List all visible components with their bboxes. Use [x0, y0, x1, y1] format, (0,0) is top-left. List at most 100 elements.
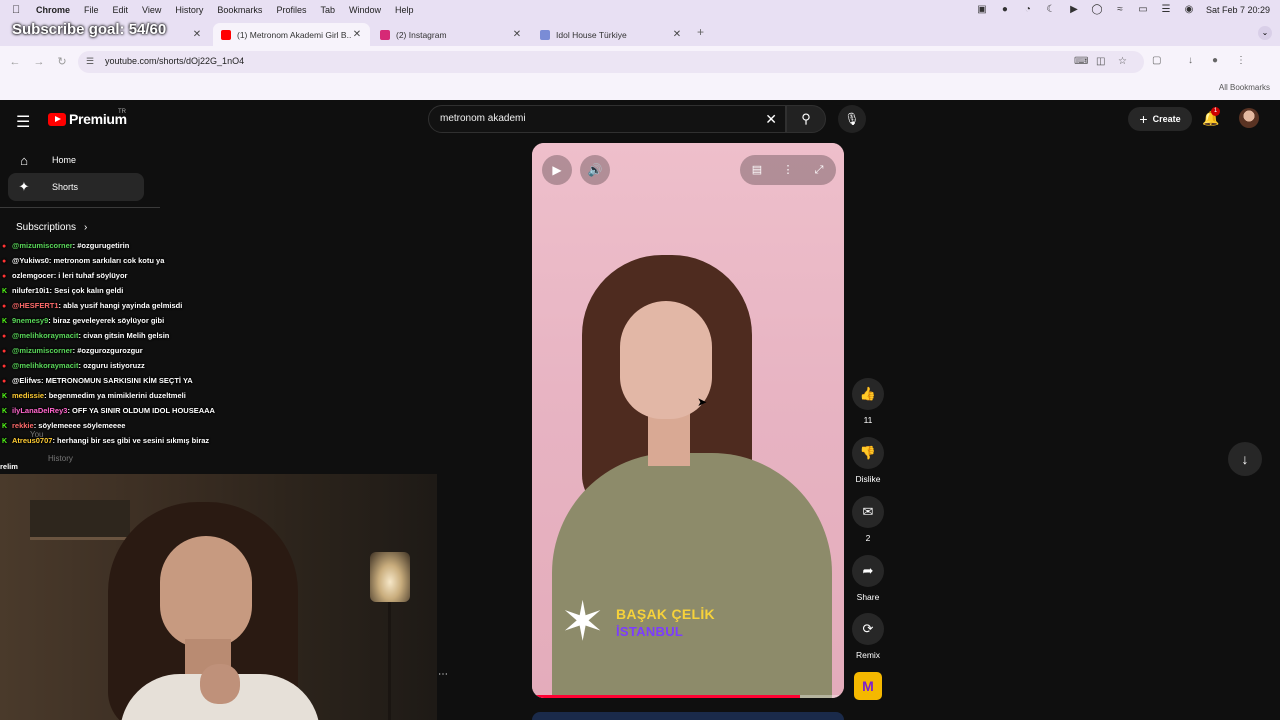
chat-text: : #ozgurozgurozgur — [72, 346, 143, 355]
short-video-player[interactable]: ✶ BAŞAK ÇELİK İSTANBUL ▶ 🔊 ▤ ⋮ ⤢ ➤ — [532, 143, 844, 698]
youtube-chat-icon: ● — [2, 302, 7, 310]
clear-search-icon[interactable]: ✕ — [765, 111, 777, 128]
menu-file[interactable]: File — [84, 5, 99, 15]
hamburger-menu-icon[interactable]: ☰ — [16, 112, 30, 132]
youtube-chat-icon: ● — [2, 257, 7, 265]
site-info-icon[interactable]: ☰ — [86, 56, 94, 67]
stream-chat-overlay: ● @mizumiscorner: #ozgurugetirin ● @Yukiws… — [0, 238, 310, 458]
youtube-chat-icon: ● — [2, 242, 7, 250]
menu-window[interactable]: Window — [349, 5, 381, 15]
browser-toolbar: ← → ↻ ☰ youtube.com/shorts/dOj22G_1nO4 ⌨… — [0, 46, 1280, 78]
comments-button[interactable]: ✉ 2 — [850, 496, 886, 543]
kick-chat-icon: K — [2, 407, 8, 415]
more-options-icon[interactable]: ⋯ — [438, 669, 448, 680]
next-video-button[interactable]: ↓ — [1228, 442, 1262, 476]
logo-country-code: TR — [118, 109, 126, 115]
chat-text: : abla yusif hangi yayinda gelmisdi — [58, 301, 183, 310]
like-button[interactable]: 👍 11 — [850, 378, 886, 425]
tab-close-icon[interactable]: ✕ — [192, 29, 202, 40]
chat-overflow-text: relim — [0, 462, 18, 471]
siri-icon[interactable]: ◉ — [1183, 5, 1195, 15]
menu-app-name[interactable]: Chrome — [36, 5, 70, 15]
all-bookmarks-link[interactable]: All Bookmarks — [1219, 83, 1270, 92]
sidebar-item-shorts[interactable]: ✦ Shorts — [8, 173, 144, 201]
share-button[interactable]: ➦ Share — [850, 555, 886, 602]
install-app-icon[interactable]: ◫ — [1096, 56, 1105, 67]
more-vert-icon[interactable]: ⋮ — [773, 155, 803, 185]
screen-record-icon[interactable]: ▣ — [976, 5, 988, 15]
accessibility-icon[interactable]: ◯ — [1091, 5, 1103, 15]
player-controls-right: ▤ ⋮ ⤢ — [740, 155, 836, 185]
mac-menu-bar:  Chrome File Edit View History Bookmark… — [0, 0, 1280, 20]
translate-icon[interactable]: ⌨ — [1074, 56, 1088, 67]
wifi-icon[interactable]: ≈ — [1114, 5, 1126, 15]
tab-close-icon[interactable]: ✕ — [352, 29, 362, 40]
next-short-preview[interactable] — [532, 712, 844, 720]
forward-icon[interactable]: → — [32, 55, 46, 69]
dislike-button[interactable]: 👎 Dislike — [850, 437, 886, 484]
notifications-button[interactable]: 🔔 1 — [1202, 107, 1220, 127]
chat-text: : #ozgurugetirin — [72, 241, 130, 250]
voice-search-button[interactable]: 🎙 — [838, 105, 866, 133]
menu-profiles[interactable]: Profiles — [276, 5, 306, 15]
menu-edit[interactable]: Edit — [113, 5, 129, 15]
tab-idol-house[interactable]: Idol House Türkiye ✕ — [532, 23, 690, 46]
control-center-icon[interactable]: ☰ — [1160, 5, 1172, 15]
new-tab-icon[interactable]: + — [697, 25, 704, 39]
create-button[interactable]: + Create — [1128, 107, 1192, 131]
menu-history[interactable]: History — [175, 5, 203, 15]
search-button[interactable]: ⚲ — [786, 105, 826, 133]
instagram-favicon-icon — [380, 29, 390, 40]
menu-bookmarks[interactable]: Bookmarks — [217, 5, 262, 15]
volume-button[interactable]: 🔊 — [580, 155, 610, 185]
apple-icon[interactable]:  — [12, 4, 26, 16]
play-button[interactable]: ▶ — [542, 155, 572, 185]
chat-username: medissie — [12, 391, 45, 400]
sidebar-item-home[interactable]: ⌂ Home — [8, 146, 144, 174]
youtube-premium-logo[interactable]: Premium TR — [48, 109, 127, 127]
brand-line-1: BAŞAK ÇELİK — [616, 606, 715, 622]
chat-username: @melihkoraymacit — [12, 361, 79, 370]
focus-icon[interactable]: ◔ — [1022, 5, 1034, 15]
captions-icon[interactable]: ▤ — [742, 155, 772, 185]
menu-view[interactable]: View — [142, 5, 161, 15]
remix-button[interactable]: ⟳ Remix — [850, 613, 886, 660]
menu-clock[interactable]: Sat Feb 7 20:29 — [1206, 5, 1270, 15]
url-text[interactable]: youtube.com/shorts/dOj22G_1nO4 — [105, 56, 244, 66]
sidebar-subscriptions-header[interactable]: Subscriptions › — [16, 222, 87, 233]
menu-tab[interactable]: Tab — [320, 5, 335, 15]
address-bar[interactable]: ☰ youtube.com/shorts/dOj22G_1nO4 ⌨ ◫ ☆ — [78, 51, 1144, 73]
webcam-person-hand — [200, 664, 240, 704]
play-circle-icon[interactable]: ▶ — [1068, 5, 1080, 15]
sound-thumbnail[interactable]: M — [854, 672, 882, 700]
search-query[interactable]: metronom akademi — [440, 113, 526, 124]
account-avatar[interactable] — [1239, 108, 1259, 128]
chat-username: Atreus0707 — [12, 436, 53, 445]
webcam-lamp — [370, 552, 410, 602]
subscriptions-label: Subscriptions — [16, 222, 77, 233]
download-icon[interactable]: ↓ — [1188, 55, 1193, 66]
browser-menu-icon[interactable]: ⋮ — [1236, 55, 1246, 66]
back-icon[interactable]: ← — [8, 55, 22, 69]
menu-help[interactable]: Help — [395, 5, 414, 15]
tab-search-chevron-icon[interactable]: ⌄ — [1258, 26, 1272, 40]
search-input[interactable]: metronom akademi ✕ — [428, 105, 786, 133]
profile-icon[interactable]: ● — [1212, 55, 1218, 66]
video-brand-watermark: ✶ BAŞAK ÇELİK İSTANBUL — [560, 595, 750, 655]
moon-icon[interactable]: ☾ — [1045, 5, 1057, 15]
reload-icon[interactable]: ↻ — [55, 55, 69, 69]
tab-title: (1) Metronom Akademi Girl B... — [237, 29, 352, 40]
chat-message: ● @mizumiscorner: #ozgurozgurozgur — [0, 343, 310, 358]
tab-close-icon[interactable]: ✕ — [512, 29, 522, 40]
battery-icon[interactable]: ▭ — [1137, 5, 1149, 15]
creative-cloud-icon[interactable]: ● — [999, 5, 1011, 15]
kick-chat-icon: K — [2, 392, 8, 400]
fullscreen-icon[interactable]: ⤢ — [804, 155, 834, 185]
tab-close-icon[interactable]: ✕ — [672, 29, 682, 40]
chat-text: : ozguru istiyoruzz — [78, 361, 145, 370]
video-progress-bar[interactable] — [532, 695, 844, 698]
tab-instagram[interactable]: (2) Instagram ✕ — [372, 23, 530, 46]
bookmark-star-icon[interactable]: ☆ — [1118, 56, 1127, 67]
extensions-icon[interactable]: ▢ — [1152, 55, 1161, 66]
tab-youtube-short[interactable]: (1) Metronom Akademi Girl B... ✕ — [213, 23, 370, 46]
